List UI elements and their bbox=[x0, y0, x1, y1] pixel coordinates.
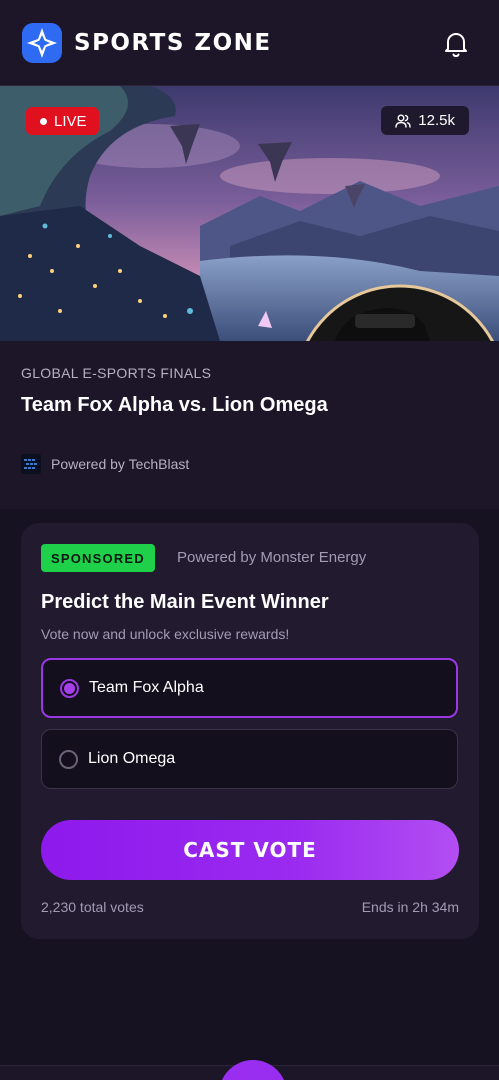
viewer-count-badge: 12.5k bbox=[381, 106, 469, 135]
powered-by-text: Powered by TechBlast bbox=[51, 456, 190, 472]
poll-sponsor-text: Powered by Monster Energy bbox=[177, 549, 367, 566]
poll-option-lion-omega[interactable]: Lion Omega bbox=[41, 729, 458, 789]
app-logo-icon[interactable] bbox=[22, 22, 62, 63]
poll-option-team-fox-alpha[interactable]: Team Fox Alpha bbox=[41, 658, 458, 718]
poll-question: Predict the Main Event Winner bbox=[41, 591, 329, 613]
poll-option-label: Lion Omega bbox=[88, 750, 176, 767]
brand-name: SPORTS ZONE bbox=[74, 29, 272, 56]
event-sponsor: Powered by TechBlast bbox=[21, 454, 189, 474]
app-header: SPORTS ZONE bbox=[0, 0, 499, 86]
event-subtitle: GLOBAL E-SPORTS FINALS bbox=[21, 365, 212, 381]
cast-vote-button[interactable]: CAST VOTE bbox=[41, 820, 459, 880]
bell-icon[interactable] bbox=[443, 30, 469, 58]
live-label: LIVE bbox=[54, 112, 87, 130]
live-stream-thumbnail[interactable]: LIVE 12.5k bbox=[0, 86, 499, 341]
viewer-count: 12.5k bbox=[418, 112, 455, 129]
poll-countdown: Ends in 2h 34m bbox=[361, 899, 459, 915]
poll-subtitle: Vote now and unlock exclusive rewards! bbox=[41, 626, 290, 642]
radio-unselected-icon[interactable] bbox=[59, 749, 78, 769]
event-info: GLOBAL E-SPORTS FINALS Team Fox Alpha vs… bbox=[0, 341, 499, 509]
radio-selected-icon[interactable] bbox=[60, 678, 79, 698]
total-votes: 2,230 total votes bbox=[41, 899, 144, 915]
center-action-button[interactable] bbox=[219, 1060, 287, 1080]
users-icon bbox=[395, 114, 411, 128]
live-badge: LIVE bbox=[26, 107, 99, 135]
event-title: Team Fox Alpha vs. Lion Omega bbox=[21, 394, 328, 416]
techblast-logo-icon bbox=[21, 454, 41, 474]
sponsored-badge: SPONSORED bbox=[41, 544, 155, 572]
live-dot-icon bbox=[40, 117, 47, 125]
prediction-poll-card: SPONSORED Powered by Monster Energy Pred… bbox=[21, 523, 479, 939]
poll-option-label: Team Fox Alpha bbox=[89, 679, 204, 696]
